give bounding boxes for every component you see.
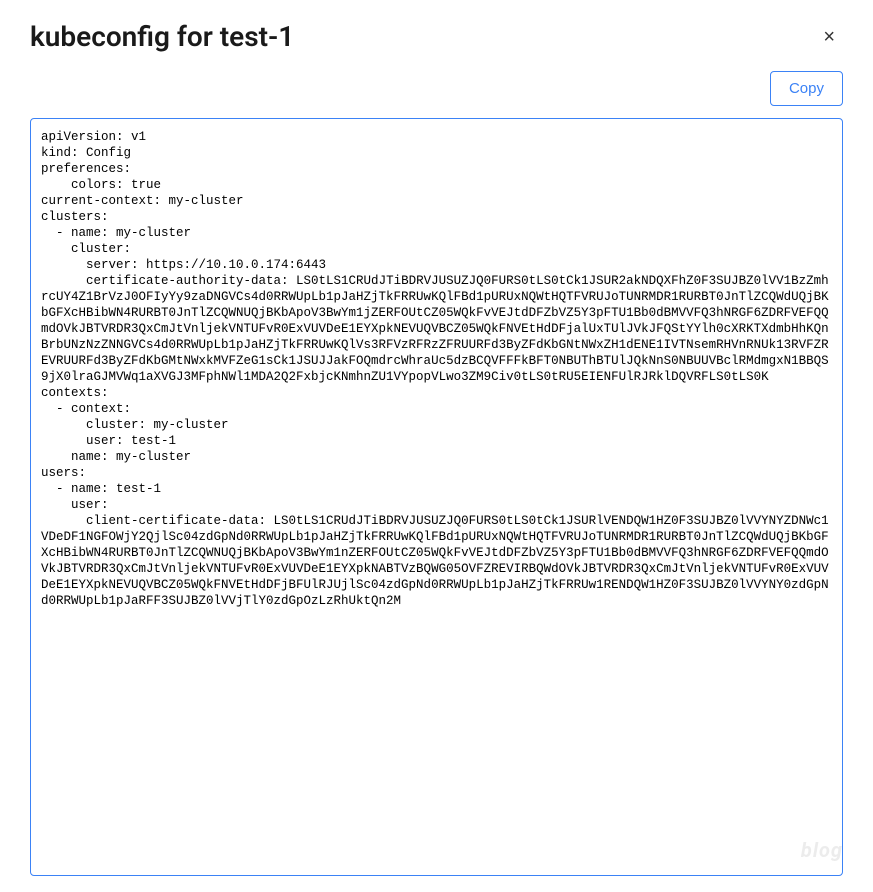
code-container: apiVersion: v1 kind: Config preferences:… — [30, 118, 843, 876]
dialog-title: kubeconfig for test-1 — [30, 20, 294, 53]
copy-button[interactable]: Copy — [770, 71, 843, 106]
kubeconfig-content[interactable]: apiVersion: v1 kind: Config preferences:… — [31, 119, 842, 619]
dialog-header: kubeconfig for test-1 × — [0, 0, 873, 63]
close-button[interactable]: × — [815, 23, 843, 51]
toolbar: Copy — [0, 63, 873, 118]
